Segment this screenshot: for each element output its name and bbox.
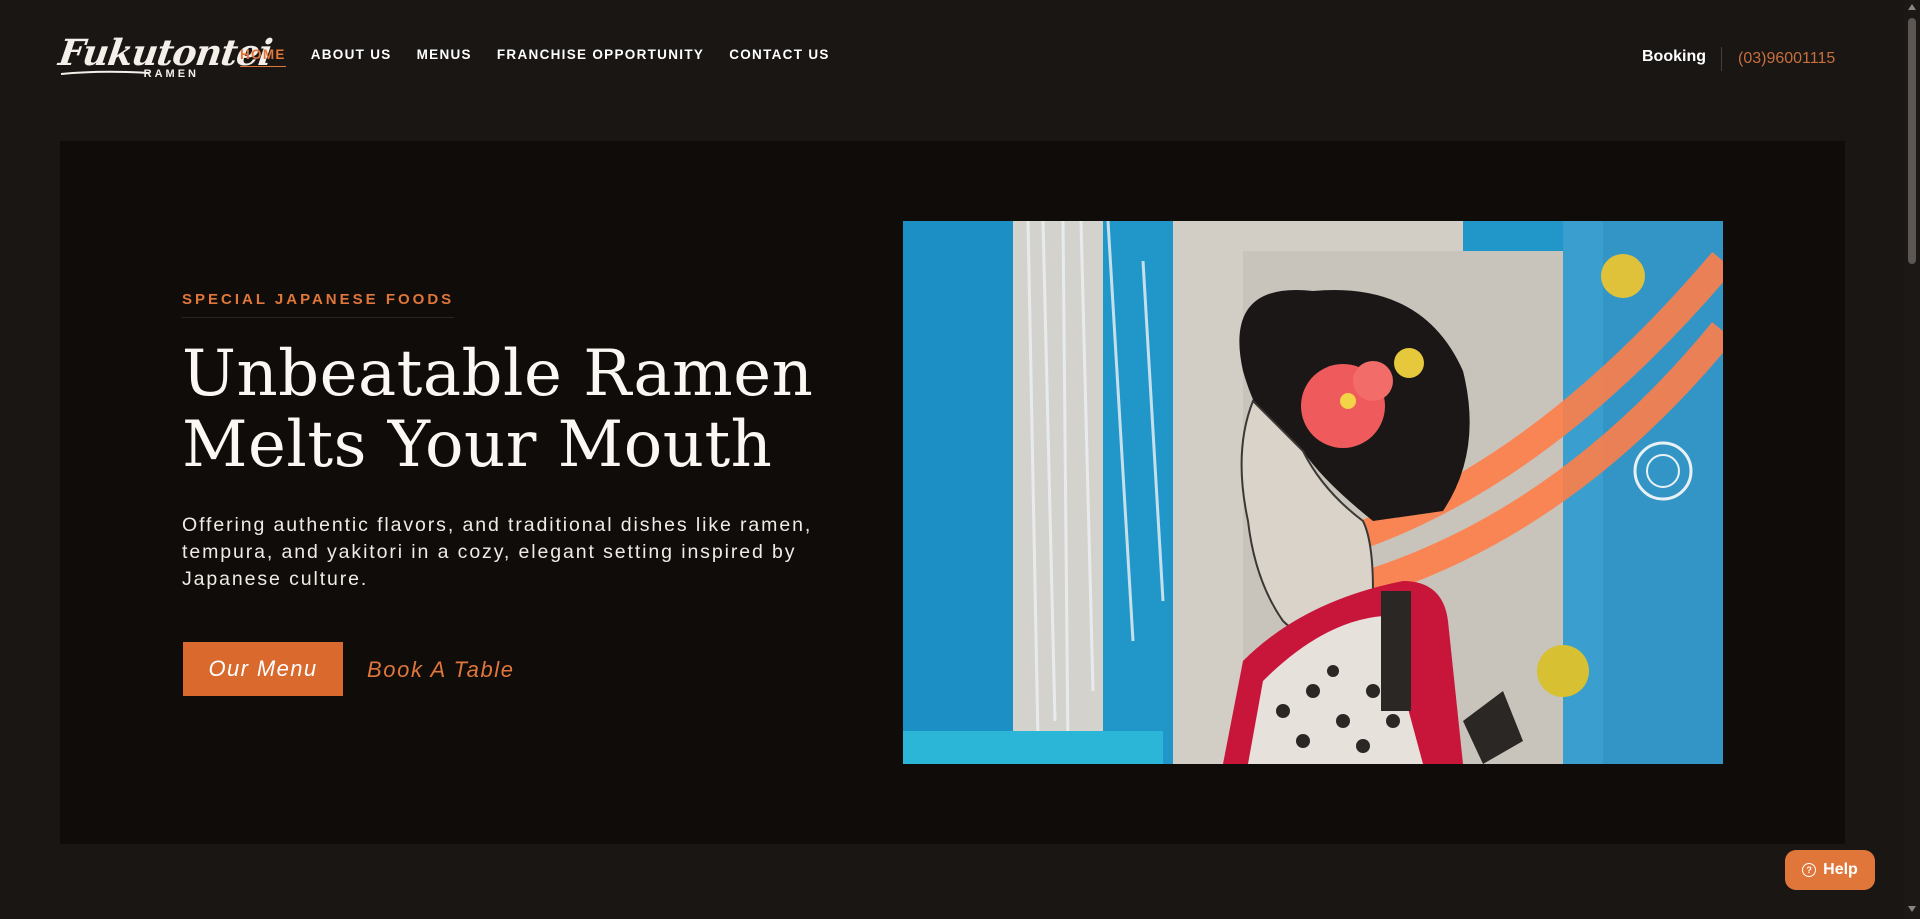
hero-artwork-image [903, 221, 1723, 764]
help-label: Help [1823, 861, 1858, 878]
page-scrollbar[interactable] [1904, 0, 1920, 919]
booking-link[interactable]: Booking [1642, 48, 1706, 66]
question-circle-icon: ? [1802, 863, 1817, 877]
scroll-down-arrow-icon[interactable] [1908, 906, 1916, 912]
nav-home[interactable]: HOME [240, 47, 286, 67]
nav-about-us[interactable]: ABOUT US [311, 47, 392, 67]
headline-line-1: Unbeatable Ramen [182, 337, 814, 411]
nav-franchise-opportunity[interactable]: FRANCHISE OPPORTUNITY [497, 47, 704, 67]
scrollbar-thumb[interactable] [1908, 18, 1916, 264]
hero-section: SPECIAL JAPANESE FOODS Unbeatable Ramen … [60, 141, 1845, 844]
headline-line-2: Melts Your Mouth [182, 408, 773, 482]
help-button[interactable]: ? Help [1785, 850, 1875, 890]
phone-link[interactable]: (03)96001115 [1738, 50, 1835, 68]
logo-swoosh [61, 70, 149, 75]
hero-eyebrow: SPECIAL JAPANESE FOODS [182, 291, 455, 318]
hero-description: Offering authentic flavors, and traditio… [182, 514, 813, 590]
main-nav: HOME ABOUT US MENUS FRANCHISE OPPORTUNIT… [240, 47, 855, 67]
our-menu-button[interactable]: Our Menu [183, 642, 343, 696]
book-a-table-link[interactable]: Book A Table [367, 657, 515, 683]
nav-contact-us[interactable]: CONTACT US [729, 47, 830, 67]
site-header: Fukutontei RAMEN HOME ABOUT US MENUS FRA… [0, 0, 1904, 115]
header-divider [1721, 47, 1722, 71]
logo-subtitle: RAMEN [143, 68, 199, 80]
scroll-up-arrow-icon[interactable] [1908, 4, 1916, 10]
hero-headline: Unbeatable Ramen Melts Your Mouth [182, 339, 822, 481]
nav-menus[interactable]: MENUS [417, 47, 472, 67]
fukutontei-logo[interactable]: Fukutontei RAMEN [56, 32, 274, 84]
artwork-illustration [903, 221, 1723, 764]
